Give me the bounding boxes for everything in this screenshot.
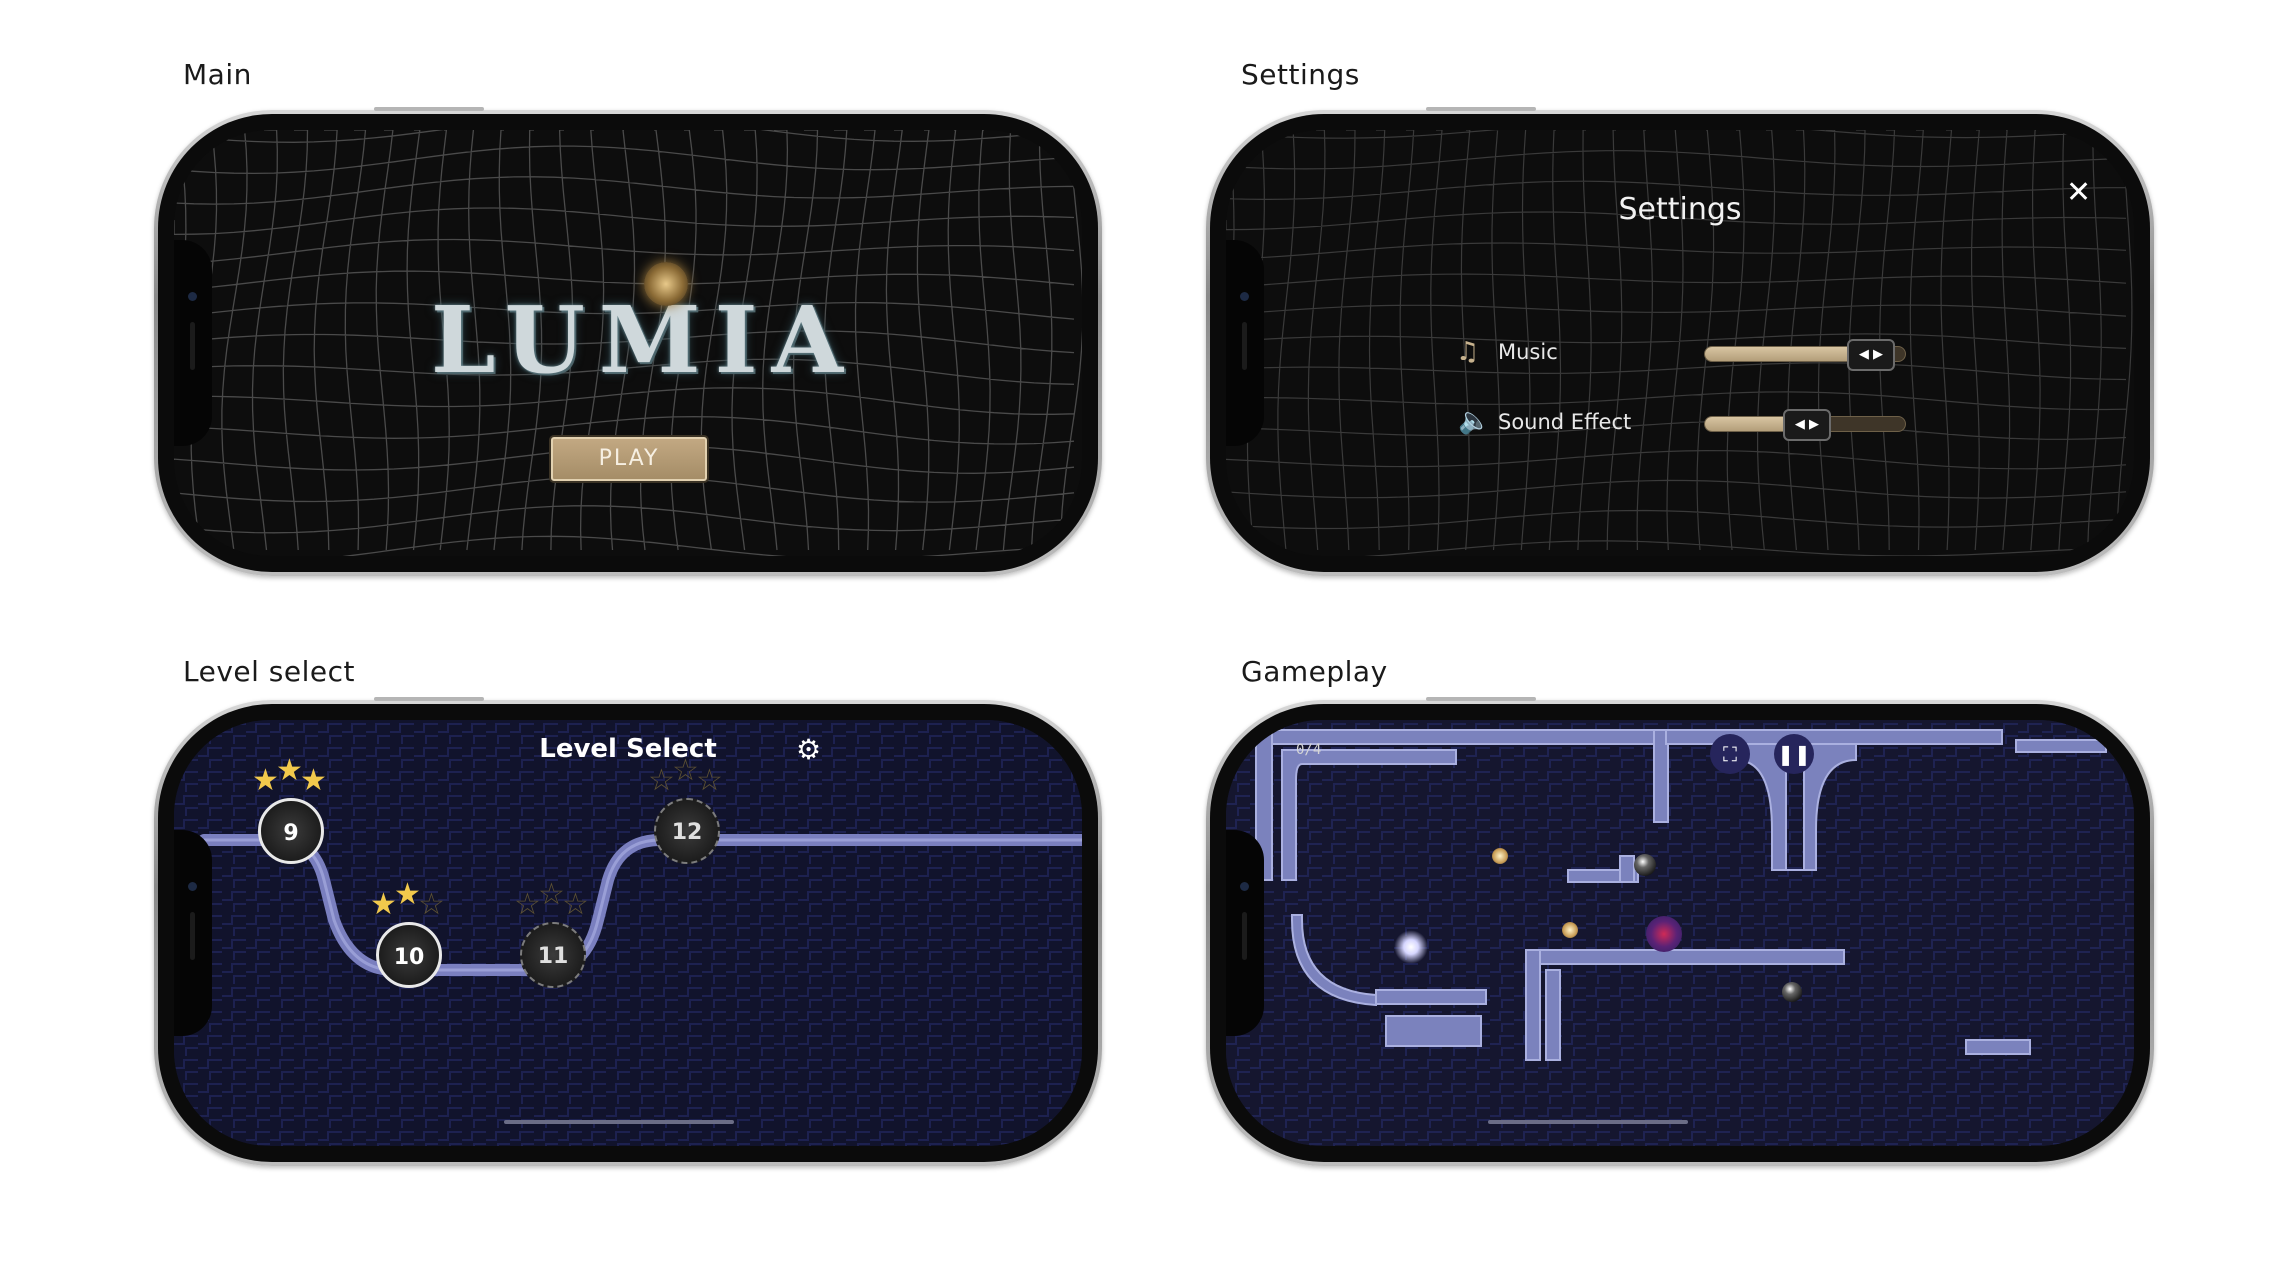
gameplay-panel-label: Gameplay [1241,655,1388,688]
dark-sphere-icon [1782,982,1802,1002]
star-filled: ★ [252,763,279,798]
play-button[interactable]: PLAY [551,437,707,481]
level-select-screen: Level Select ⚙ ★ ★ ★ 9 ★ ★ ☆ 10 ☆ ☆ ☆ 11… [174,720,1082,1146]
pause-icon[interactable]: ❚❚ [1774,734,1814,774]
star-empty: ☆ [562,887,589,922]
star-empty: ☆ [672,753,699,788]
phone-frame-settings: Settings ✕ ♫ Music ◀ ▶ 🔈 Sound Effect ◀ … [1206,107,2154,576]
music-slider-handle[interactable]: ◀ ▶ [1847,339,1895,371]
close-icon[interactable]: ✕ [2066,178,2091,208]
star-empty: ☆ [538,877,565,912]
phone-frame-main: LUMIA PLAY [154,107,1102,576]
sound-effect-slider-handle[interactable]: ◀ ▶ [1783,409,1831,441]
gear-icon[interactable]: ⚙ [796,736,821,764]
phone-frame-level-select: Level Select ⚙ ★ ★ ★ 9 ★ ★ ☆ 10 ☆ ☆ ☆ 11… [154,697,1102,1166]
level-node-9[interactable]: 9 [258,798,324,864]
collectible-orb-icon [1492,848,1508,864]
star-filled: ★ [394,877,421,912]
player-light-orb-icon [1394,930,1428,964]
home-indicator [1488,1120,1688,1124]
star-empty: ☆ [418,887,445,922]
music-slider[interactable]: ◀ ▶ [1704,339,1906,371]
level-node-12[interactable]: 12 [654,798,720,864]
music-label: Music [1498,340,1558,364]
star-filled: ★ [370,887,397,922]
level-node-10[interactable]: 10 [376,922,442,988]
star-empty: ☆ [514,887,541,922]
main-panel-label: Main [183,58,252,91]
star-empty: ☆ [696,763,723,798]
music-note-icon: ♫ [1456,337,1480,367]
collectible-orb-icon [1562,922,1578,938]
star-filled: ★ [276,753,303,788]
settings-screen: Settings ✕ ♫ Music ◀ ▶ 🔈 Sound Effect ◀ … [1226,130,2134,556]
level-select-panel-label: Level select [183,655,356,688]
level-select-title: Level Select [539,734,717,764]
home-indicator [504,1120,734,1124]
sound-effect-label: Sound Effect [1498,410,1632,434]
dark-sphere-icon [1634,854,1656,876]
speaker-icon: 🔈 [1458,406,1491,436]
fullscreen-icon[interactable]: ⛶ [1710,734,1750,774]
portal-icon [1646,916,1682,952]
settings-title: Settings [1618,192,1742,227]
settings-panel-label: Settings [1241,58,1360,91]
star-empty: ☆ [648,763,675,798]
main-screen: LUMIA PLAY [174,130,1082,556]
star-filled: ★ [300,763,327,798]
phone-frame-gameplay: 0/4 ⛶ ❚❚ [1206,697,2154,1166]
gameplay-screen: 0/4 ⛶ ❚❚ [1226,720,2134,1146]
level-node-11[interactable]: 11 [520,922,586,988]
logo-orb-icon [644,262,688,306]
sound-effect-slider[interactable]: ◀ ▶ [1704,409,1906,441]
music-slider-fill [1705,347,1869,361]
game-logo: LUMIA [430,286,858,394]
orb-counter: 0/4 [1296,742,1322,758]
